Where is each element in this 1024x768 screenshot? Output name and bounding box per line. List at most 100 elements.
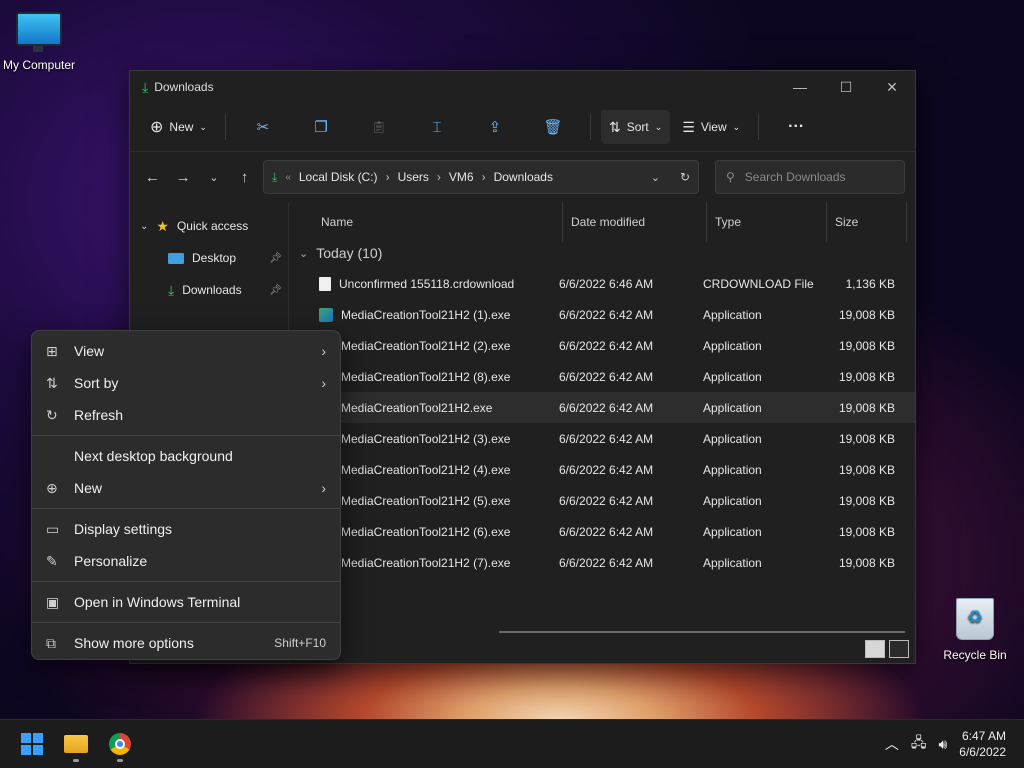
file-date: 6/6/2022 6:42 AM (559, 307, 654, 322)
tiles-view-button[interactable] (889, 640, 909, 658)
file-row[interactable]: Unconfirmed 155118.crdownload 6/6/2022 6… (289, 268, 915, 299)
maximize-button[interactable]: ☐ (823, 79, 869, 96)
breadcrumb-downloads[interactable]: Downloads (494, 170, 553, 184)
breadcrumb-vm6[interactable]: VM6 (449, 170, 474, 184)
plus-circle-icon: ⊕ (46, 479, 58, 496)
menu-item-show-more-options[interactable]: ⧉ Show more options Shift+F10 (32, 627, 340, 659)
details-view-button[interactable] (865, 640, 885, 658)
desktop-icon-my-computer[interactable]: My Computer (0, 12, 79, 72)
menu-item-personalize[interactable]: ✎ Personalize (32, 545, 340, 577)
menu-item-sort-by[interactable]: ⇅ Sort by › (32, 367, 340, 399)
new-button[interactable]: ⊕ New ⌄ (142, 110, 215, 144)
file-row[interactable]: MediaCreationTool21H2 (8).exe 6/6/2022 6… (289, 361, 915, 392)
clipboard-icon: 📋︎ (371, 120, 387, 134)
group-header-today[interactable]: ⌄ Today (10) (289, 242, 915, 264)
file-type: CRDOWNLOAD File (703, 276, 814, 291)
monitor-icon (16, 12, 62, 52)
overflow-chevron[interactable]: « (285, 172, 291, 183)
menu-divider (32, 435, 340, 436)
nav-item-desktop[interactable]: Desktop 📌︎ (130, 242, 288, 274)
file-date: 6/6/2022 6:42 AM (559, 462, 654, 477)
recent-chevron-icon[interactable]: ⌄ (202, 171, 227, 184)
nav-item-quick-access[interactable]: ⌄ ★ Quick access (130, 210, 288, 242)
delete-button[interactable]: 🗑︎ (526, 110, 580, 144)
search-box[interactable]: ⚲ Search Downloads (715, 160, 905, 194)
menu-item-refresh[interactable]: ↻ Refresh (32, 399, 340, 431)
minimize-button[interactable]: — (777, 79, 823, 96)
file-row[interactable]: MediaCreationTool21H2 (7).exe 6/6/2022 6… (289, 547, 915, 578)
windows-logo-icon (21, 733, 43, 755)
paste-button[interactable]: 📋︎ (352, 110, 406, 144)
breadcrumb-users[interactable]: Users (398, 170, 429, 184)
forward-arrow-icon[interactable]: → (171, 169, 196, 186)
file-name: MediaCreationTool21H2.exe (341, 400, 493, 415)
network-icon[interactable]: 🖧︎ (911, 732, 927, 756)
file-size: 19,008 KB (838, 555, 895, 570)
up-arrow-icon[interactable]: ↑ (232, 169, 257, 186)
clock-date: 6/6/2022 (959, 745, 1006, 759)
chevron-right-icon: › (436, 170, 441, 184)
address-dropdown-icon[interactable]: ⌄ (651, 171, 660, 184)
pin-icon: 📌︎ (269, 252, 282, 264)
horizontal-scrollbar[interactable] (499, 631, 905, 633)
chevron-right-icon: › (385, 170, 390, 184)
file-row[interactable]: MediaCreationTool21H2 (5).exe 6/6/2022 6… (289, 485, 915, 516)
file-size: 19,008 KB (838, 307, 895, 322)
nav-label: Desktop (192, 251, 237, 265)
file-row[interactable]: MediaCreationTool21H2 (4).exe 6/6/2022 6… (289, 454, 915, 485)
scissors-icon: ✂ (256, 119, 270, 136)
refresh-icon[interactable]: ↻ (680, 170, 690, 184)
file-row[interactable]: MediaCreationTool21H2 (3).exe 6/6/2022 6… (289, 423, 915, 454)
menu-item-new[interactable]: ⊕ New › (32, 472, 340, 504)
volume-icon[interactable]: 🔊︎ (938, 736, 947, 753)
chevron-down-icon: ⌄ (299, 247, 309, 260)
menu-item-open-terminal[interactable]: ▣ Open in Windows Terminal (32, 586, 340, 618)
menu-label: Personalize (74, 553, 148, 569)
view-button[interactable]: ☰ View ⌄ (674, 110, 748, 144)
group-label: Today (10) (316, 245, 383, 261)
file-row[interactable]: MediaCreationTool21H2.exe 6/6/2022 6:42 … (289, 392, 915, 423)
file-date: 6/6/2022 6:42 AM (559, 431, 654, 446)
file-explorer-taskbar-button[interactable] (56, 724, 96, 764)
file-row[interactable]: MediaCreationTool21H2 (1).exe 6/6/2022 6… (289, 299, 915, 330)
system-tray: ︿ 🖧︎ 🔊︎ 6:47 AM 6/6/2022 (885, 728, 1024, 760)
folder-icon (64, 735, 88, 753)
file-row[interactable]: MediaCreationTool21H2 (2).exe 6/6/2022 6… (289, 330, 915, 361)
nav-item-downloads[interactable]: ⤓ Downloads 📌︎ (130, 274, 288, 306)
grid-icon: ⊞ (46, 342, 58, 359)
file-type: Application (703, 369, 762, 384)
copy-icon: ❐ (314, 119, 328, 136)
column-header-date[interactable]: Date modified (563, 202, 707, 242)
file-row[interactable]: MediaCreationTool21H2 (6).exe 6/6/2022 6… (289, 516, 915, 547)
see-more-button[interactable]: ··· (769, 110, 823, 144)
breadcrumb-local-disk[interactable]: Local Disk (C:) (299, 170, 378, 184)
column-header-name[interactable]: Name (289, 202, 563, 242)
download-icon: ⤓ (272, 169, 278, 184)
back-arrow-icon[interactable]: ← (140, 169, 165, 186)
column-header-type[interactable]: Type (707, 202, 827, 242)
menu-item-view[interactable]: ⊞ View › (32, 335, 340, 367)
clock[interactable]: 6:47 AM 6/6/2022 (959, 728, 1006, 760)
copy-button[interactable]: ❐ (294, 110, 348, 144)
pencil-icon: ✎ (46, 552, 58, 569)
menu-item-next-background[interactable]: Next desktop background (32, 440, 340, 472)
chevron-right-icon: › (481, 170, 486, 184)
address-bar[interactable]: ⤓ « Local Disk (C:) › Users › VM6 › Down… (263, 160, 699, 194)
file-name: MediaCreationTool21H2 (2).exe (341, 338, 511, 353)
share-button[interactable]: ⇪ (468, 110, 522, 144)
more-options-icon: ⧉ (46, 634, 56, 651)
chrome-taskbar-button[interactable] (100, 724, 140, 764)
desktop-icon-recycle-bin[interactable]: Recycle Bin (935, 598, 1015, 662)
menu-item-display-settings[interactable]: ▭ Display settings (32, 513, 340, 545)
start-button[interactable] (12, 724, 52, 764)
rename-button[interactable]: ⌶ (410, 110, 464, 144)
menu-label: Sort by (74, 375, 119, 391)
file-name: MediaCreationTool21H2 (8).exe (341, 369, 511, 384)
chevron-up-icon[interactable]: ︿ (885, 734, 899, 754)
window-title: Downloads (154, 80, 214, 94)
column-header-size[interactable]: Size (827, 202, 907, 242)
sort-button[interactable]: ⇅ Sort ⌄ (600, 110, 671, 144)
cut-button[interactable]: ✂ (236, 110, 290, 144)
desktop-folder-icon (168, 252, 184, 264)
close-button[interactable]: ✕ (869, 79, 915, 96)
